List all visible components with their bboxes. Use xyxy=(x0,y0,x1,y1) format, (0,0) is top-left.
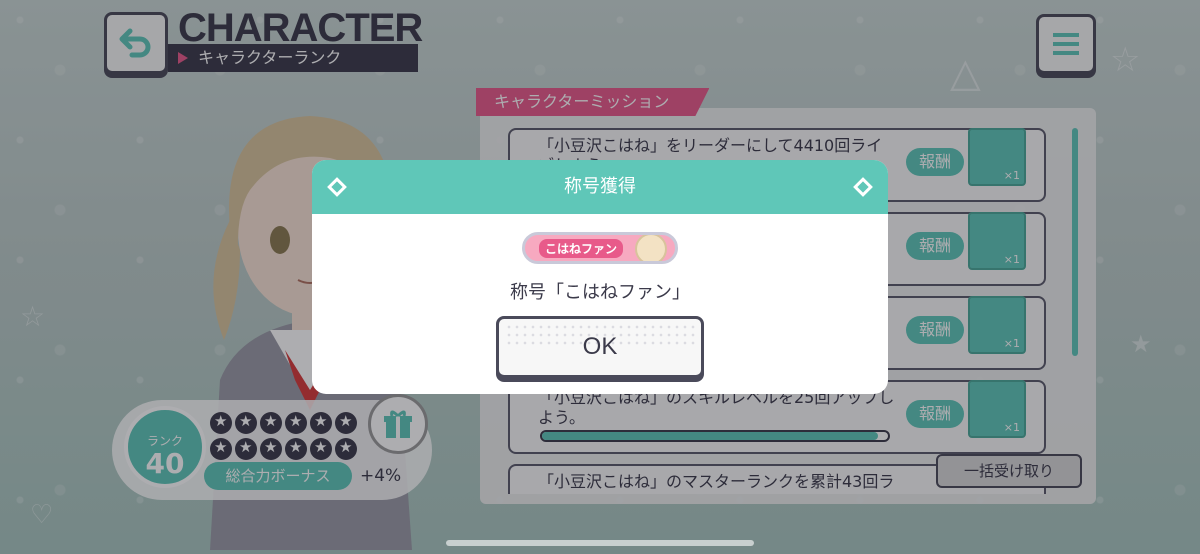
diamond-icon xyxy=(853,177,873,197)
title-badge: こはねファン xyxy=(522,232,678,264)
home-indicator[interactable] xyxy=(446,540,754,546)
title-badge-text: こはねファン xyxy=(539,239,624,258)
title-acquired-dialog: 称号獲得 こはねファン 称号「こはねファン」 OK xyxy=(312,160,888,394)
ok-button[interactable]: OK xyxy=(496,316,704,378)
dialog-header: 称号獲得 xyxy=(312,160,888,214)
ok-button-label: OK xyxy=(582,333,618,360)
dialog-title: 称号獲得 xyxy=(564,176,636,197)
character-face-icon xyxy=(635,235,667,261)
diamond-icon xyxy=(327,177,347,197)
title-message: 称号「こはねファン」 xyxy=(510,282,690,303)
